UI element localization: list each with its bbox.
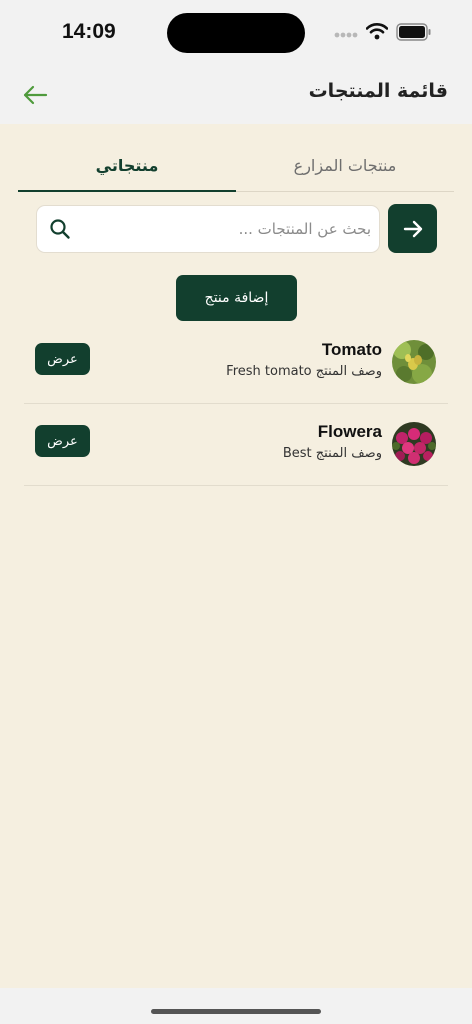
back-button[interactable] <box>20 82 50 108</box>
tab-my-products[interactable]: منتجاتي <box>18 140 236 192</box>
product-description: وصف المنتج Best <box>282 446 382 461</box>
wifi-icon <box>366 23 388 40</box>
home-indicator[interactable] <box>151 1009 321 1014</box>
search-submit-button[interactable] <box>388 204 437 253</box>
product-name: Tomato <box>321 340 382 359</box>
status-bar: 14:09 <box>0 0 472 64</box>
app-header: قائمة المنتجات <box>0 64 472 124</box>
search-box <box>36 205 380 253</box>
product-name: Flowera <box>317 422 382 441</box>
arrow-left-icon <box>23 85 48 105</box>
product-row[interactable]: Flowera وصف المنتج Best عرض <box>24 404 448 486</box>
product-image-tomato <box>392 340 436 384</box>
dynamic-island <box>167 13 305 53</box>
cellular-signal-icon <box>334 32 358 38</box>
tab-farm-products[interactable]: منتجات المزارع <box>236 140 454 191</box>
view-product-button[interactable]: عرض <box>35 425 90 457</box>
tab-bar: منتجاتي منتجات المزارع <box>18 140 454 192</box>
status-time: 14:09 <box>62 20 116 43</box>
product-image-flowera <box>392 422 436 466</box>
arrow-right-icon <box>403 220 422 237</box>
view-product-button[interactable]: عرض <box>35 343 90 375</box>
product-description: وصف المنتج Fresh tomato <box>226 364 382 379</box>
search-input[interactable] <box>81 206 371 252</box>
page-title: قائمة المنتجات <box>308 80 448 102</box>
add-product-button[interactable]: إضافة منتج <box>176 275 297 321</box>
search-icon[interactable] <box>49 218 71 240</box>
bottom-bar <box>0 988 472 1024</box>
battery-icon <box>396 23 431 41</box>
product-row[interactable]: Tomato وصف المنتج Fresh tomato عرض <box>24 322 448 404</box>
